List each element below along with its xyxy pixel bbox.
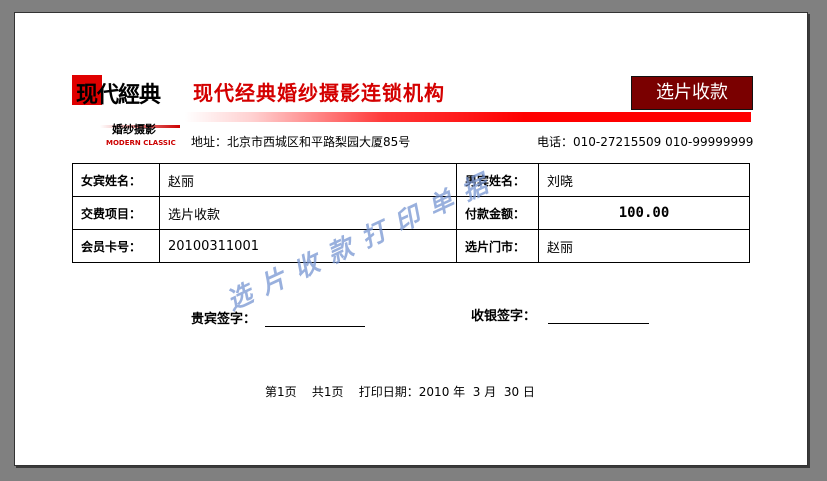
print-preview-page: 现代經典 婚纱摄影 MODERN CLASSIC 现代经典婚纱摄影连锁机构 选片…	[14, 12, 808, 466]
bride-name-label: 女宾姓名：	[72, 163, 160, 197]
payment-amount-value: 100.00	[538, 196, 750, 230]
logo-brush-text: 现代經典	[76, 82, 161, 108]
store-value: 赵丽	[538, 229, 750, 263]
bride-name-value: 赵丽	[159, 163, 457, 197]
logo-english: MODERN CLASSIC	[106, 139, 176, 147]
cashier-signature-line	[548, 322, 649, 324]
table-row: 女宾姓名： 赵丽 男宾姓名： 刘晓	[72, 163, 750, 197]
header-red-bar	[185, 112, 751, 122]
payment-item-label: 交费项目：	[72, 196, 160, 230]
cashier-signature-label: 收银签字：	[471, 309, 537, 324]
page-footer: 第1页 共1页 打印日期：2010 年 3 月 30 日	[265, 385, 535, 399]
store-label: 选片门市：	[456, 229, 539, 263]
groom-name-value: 刘晓	[538, 163, 750, 197]
member-card-label: 会员卡号：	[72, 229, 160, 263]
company-logo: 现代經典 婚纱摄影 MODERN CLASSIC	[72, 75, 182, 153]
company-phone: 电话：010-27215509 010-99999999	[537, 135, 754, 149]
receipt-type-badge: 选片收款	[631, 76, 753, 110]
company-address: 地址：北京市西城区和平路梨园大厦85号	[191, 135, 411, 149]
logo-subtitle: 婚纱摄影	[112, 123, 156, 136]
company-name: 现代经典婚纱摄影连锁机构	[193, 81, 445, 105]
guest-signature-line	[265, 325, 365, 327]
